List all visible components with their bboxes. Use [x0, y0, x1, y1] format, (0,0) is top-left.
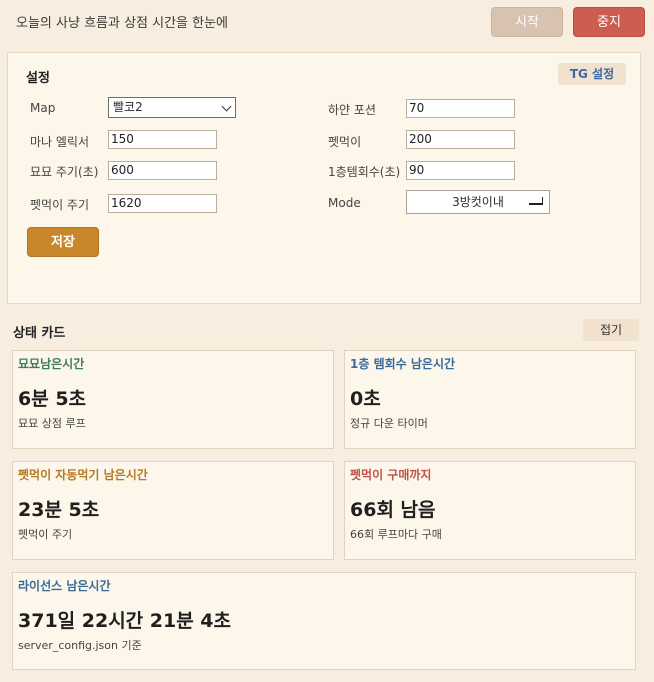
start-button[interactable]: 시작: [491, 7, 563, 37]
mode-button[interactable]: 3방컷이내: [406, 190, 550, 214]
floor1-return-input[interactable]: 90: [406, 161, 515, 180]
status-card-myomyo: 묘묘남은시간 6분 5초 묘묘 상점 루프: [12, 350, 334, 449]
tagline: 오늘의 사냥 흐름과 상점 시간을 한눈에: [16, 16, 229, 31]
collapse-button[interactable]: 접기: [583, 319, 639, 341]
mode-value: 3방컷이내: [452, 195, 504, 209]
mode-label: Mode: [328, 196, 361, 210]
map-label: Map: [30, 101, 56, 115]
tg-settings-button[interactable]: TG 설정: [558, 63, 626, 85]
status-card-pet-purchase: 펫먹이 구매까지 66회 남음 66회 루프마다 구매: [344, 461, 636, 560]
stop-button[interactable]: 중지: [573, 7, 645, 37]
card-subtitle: 66회 루프마다 구매: [350, 528, 442, 541]
chevron-down-icon: [221, 101, 232, 112]
pet-food-cycle-input[interactable]: 1620: [108, 194, 217, 213]
pet-food-cycle-label: 펫먹이 주기: [30, 198, 90, 212]
card-value: 66회 남음: [350, 499, 436, 521]
card-subtitle: server_config.json 기준: [18, 639, 142, 652]
white-potion-input[interactable]: 70: [406, 99, 515, 118]
status-card-floor1-return: 1층 템회수 남은시간 0초 정규 다운 타이머: [344, 350, 636, 449]
map-select[interactable]: 빨코2: [108, 97, 236, 118]
card-value: 23분 5초: [18, 499, 100, 521]
save-button[interactable]: 저장: [27, 227, 99, 257]
dropdown-icon: [529, 197, 543, 205]
card-title: 묘묘남은시간: [18, 357, 85, 371]
status-card-license: 라이선스 남은시간 371일 22시간 21분 4초 server_config…: [12, 572, 636, 670]
mana-elixir-label: 마나 엘릭서: [30, 135, 90, 149]
myomyo-cycle-input[interactable]: 600: [108, 161, 217, 180]
card-subtitle: 펫먹이 주기: [18, 528, 73, 541]
status-section-title: 상태 카드: [13, 326, 66, 341]
map-select-value: 빨코2: [113, 100, 143, 114]
top-bar: 오늘의 사냥 흐름과 상점 시간을 한눈에 시작 중지: [0, 0, 654, 44]
pet-food-label: 펫먹이: [328, 135, 362, 149]
pet-food-input[interactable]: 200: [406, 130, 515, 149]
floor1-return-label: 1층템회수(초): [328, 165, 401, 179]
myomyo-cycle-label: 묘묘 주기(초): [30, 165, 99, 179]
card-title: 라이선스 남은시간: [18, 579, 111, 593]
card-title: 펫먹이 자동먹기 남은시간: [18, 468, 148, 482]
settings-title: 설정: [26, 71, 50, 86]
mana-elixir-input[interactable]: 150: [108, 130, 217, 149]
card-title: 1층 템회수 남은시간: [350, 357, 456, 371]
card-value: 6분 5초: [18, 388, 87, 410]
card-subtitle: 묘묘 상점 루프: [18, 417, 86, 430]
card-value: 371일 22시간 21분 4초: [18, 610, 232, 632]
white-potion-label: 하얀 포션: [328, 103, 376, 117]
status-card-pet-auto-feed: 펫먹이 자동먹기 남은시간 23분 5초 펫먹이 주기: [12, 461, 334, 560]
card-title: 펫먹이 구매까지: [350, 468, 432, 482]
card-value: 0초: [350, 388, 381, 410]
settings-panel: 설정 TG 설정 Map 빨코2 하얀 포션 70 마나 엘릭서 150 펫먹이…: [7, 52, 641, 304]
card-subtitle: 정규 다운 타이머: [350, 417, 428, 430]
